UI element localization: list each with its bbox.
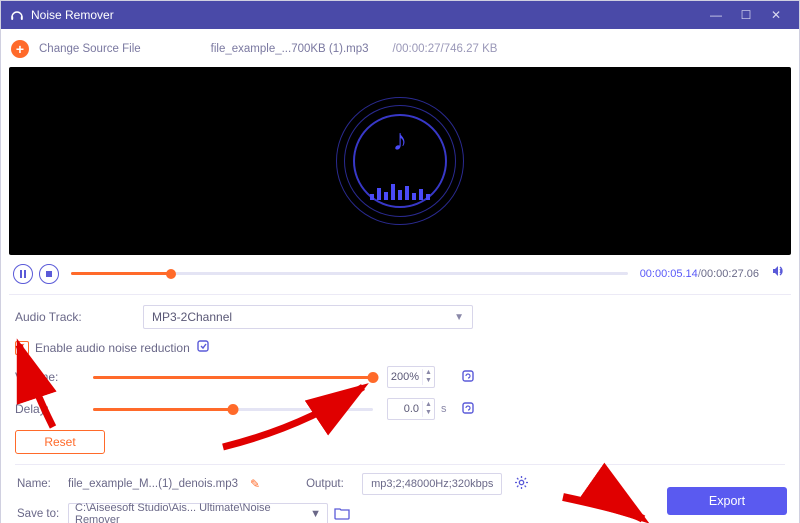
delay-unit: s <box>441 403 451 415</box>
volume-value: 200% <box>388 371 422 383</box>
gear-icon[interactable] <box>514 475 529 493</box>
enable-noise-label: Enable audio noise reduction <box>35 341 190 355</box>
progress-bar[interactable] <box>71 272 628 275</box>
time-total: 00:00:27.06 <box>701 268 759 280</box>
minimize-button[interactable]: ― <box>701 1 731 29</box>
audio-track-value: MP3-2Channel <box>152 310 232 324</box>
save-to-label: Save to: <box>17 508 62 520</box>
name-label: Name: <box>17 478 62 490</box>
app-title: Noise Remover <box>31 8 701 22</box>
noise-reset-icon[interactable] <box>196 339 210 356</box>
chevron-down-icon: ▼ <box>310 508 321 520</box>
volume-reset-icon[interactable] <box>461 369 475 386</box>
output-label: Output: <box>306 478 356 490</box>
open-folder-icon[interactable] <box>334 506 350 523</box>
equalizer-icon <box>370 180 430 200</box>
stop-button[interactable] <box>39 264 59 284</box>
enable-noise-checkbox[interactable]: ✓ <box>15 341 29 355</box>
play-pause-button[interactable] <box>13 264 33 284</box>
delay-up[interactable]: ▲ <box>423 401 434 409</box>
save-to-select[interactable]: C:\Aiseesoft Studio\Ais... Ultimate\Nois… <box>68 503 328 523</box>
delay-slider[interactable] <box>93 408 373 411</box>
delay-down[interactable]: ▼ <box>423 409 434 417</box>
output-format-box: mp3;2;48000Hz;320kbps <box>362 473 502 495</box>
volume-down[interactable]: ▼ <box>423 377 434 385</box>
chevron-down-icon: ▼ <box>454 312 464 323</box>
note-icon: ♪ <box>393 124 408 158</box>
rename-icon[interactable]: ✎ <box>250 477 260 491</box>
maximize-button[interactable]: ☐ <box>731 1 761 29</box>
change-source-label[interactable]: Change Source File <box>39 43 141 55</box>
separator-2 <box>15 464 785 465</box>
delay-spinner[interactable]: 0.0 ▲▼ <box>387 398 435 420</box>
source-meta: /00:00:27/746.27 KB <box>393 43 498 55</box>
source-row: + Change Source File file_example_...700… <box>9 37 791 61</box>
delay-row: Delay: 0.0 ▲▼ s <box>15 398 785 420</box>
close-button[interactable]: ✕ <box>761 1 791 29</box>
volume-slider[interactable] <box>93 376 373 379</box>
output-format-value: mp3;2;48000Hz;320kbps <box>371 478 493 490</box>
audio-track-label: Audio Track: <box>15 310 93 324</box>
volume-label: Volume: <box>15 370 93 384</box>
reset-button[interactable]: Reset <box>15 430 105 454</box>
audio-track-row: Audio Track: MP3-2Channel ▼ <box>15 305 785 329</box>
music-visual: ♪ <box>335 96 465 226</box>
enable-noise-row: ✓ Enable audio noise reduction <box>15 339 785 356</box>
time-current: 00:00:05.14 <box>640 268 698 280</box>
delay-label: Delay: <box>15 402 93 416</box>
preview-area: ♪ <box>9 67 791 255</box>
app-body: + Change Source File file_example_...700… <box>1 29 799 523</box>
save-to-path: C:\Aiseesoft Studio\Ais... Ultimate\Nois… <box>75 502 310 523</box>
separator <box>9 294 791 295</box>
time-display: 00:00:05.14/00:00:27.06 <box>640 268 759 280</box>
export-button[interactable]: Export <box>667 487 787 515</box>
change-source-button[interactable]: + <box>11 40 29 58</box>
reset-row: Reset <box>15 430 785 454</box>
volume-icon[interactable] <box>771 263 787 284</box>
titlebar: Noise Remover ― ☐ ✕ <box>1 1 799 29</box>
delay-reset-icon[interactable] <box>461 401 475 418</box>
player-controls: 00:00:05.14/00:00:27.06 <box>9 255 791 294</box>
app-window: Noise Remover ― ☐ ✕ + Change Source File… <box>0 0 800 523</box>
source-filename: file_example_...700KB (1).mp3 <box>211 43 369 55</box>
app-icon <box>9 7 25 23</box>
output-name-value: file_example_M...(1)_denois.mp3 <box>68 478 238 490</box>
volume-row: Volume: 200% ▲▼ <box>15 366 785 388</box>
audio-track-select[interactable]: MP3-2Channel ▼ <box>143 305 473 329</box>
delay-value: 0.0 <box>388 403 422 415</box>
volume-spinner[interactable]: 200% ▲▼ <box>387 366 435 388</box>
settings-panel: Audio Track: MP3-2Channel ▼ ✓ Enable aud… <box>9 303 791 523</box>
volume-up[interactable]: ▲ <box>423 369 434 377</box>
